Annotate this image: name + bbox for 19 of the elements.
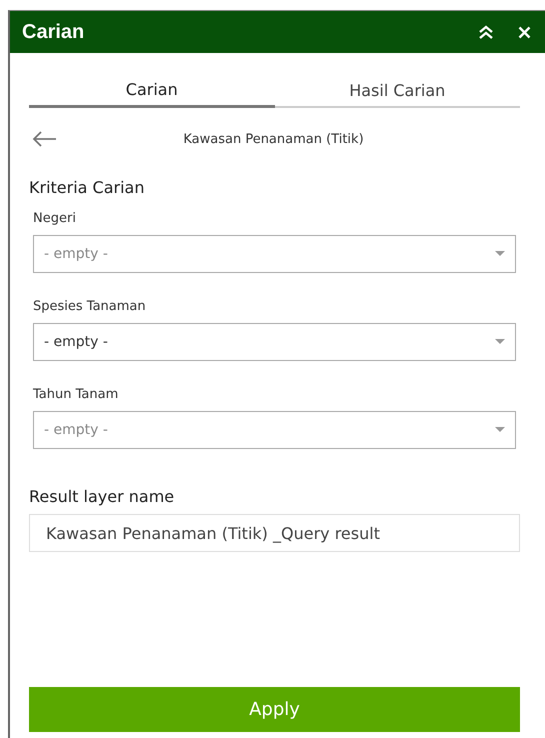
input-field[interactable]: Kawasan Penanaman (Titik) _Query result [29, 514, 520, 552]
back-arrow-icon[interactable] [31, 130, 57, 148]
caret-icon [495, 427, 505, 433]
dropdown-field[interactable]: - empty - [33, 411, 516, 449]
dropdown-field[interactable]: - empty - [33, 235, 516, 273]
field-label: Negeri [33, 211, 77, 226]
dropdown-field[interactable]: - empty - [33, 323, 516, 361]
caret-icon [495, 251, 505, 257]
tab[interactable]: Carian [29, 80, 274, 108]
field-label: Spesies Tanaman [33, 299, 147, 314]
window-title: Carian [22, 20, 84, 44]
layer-title: Kawasan Penanaman (Titik) [182, 132, 365, 146]
collapse-icon[interactable] [478, 25, 494, 39]
section-title: Kriteria Carian [29, 178, 146, 197]
close-icon[interactable] [518, 26, 531, 38]
field-label: Tahun Tanam [33, 387, 120, 402]
caret-icon [495, 339, 505, 345]
field-label: Result layer name [29, 487, 176, 506]
tab[interactable]: Hasil Carian [274, 80, 520, 108]
